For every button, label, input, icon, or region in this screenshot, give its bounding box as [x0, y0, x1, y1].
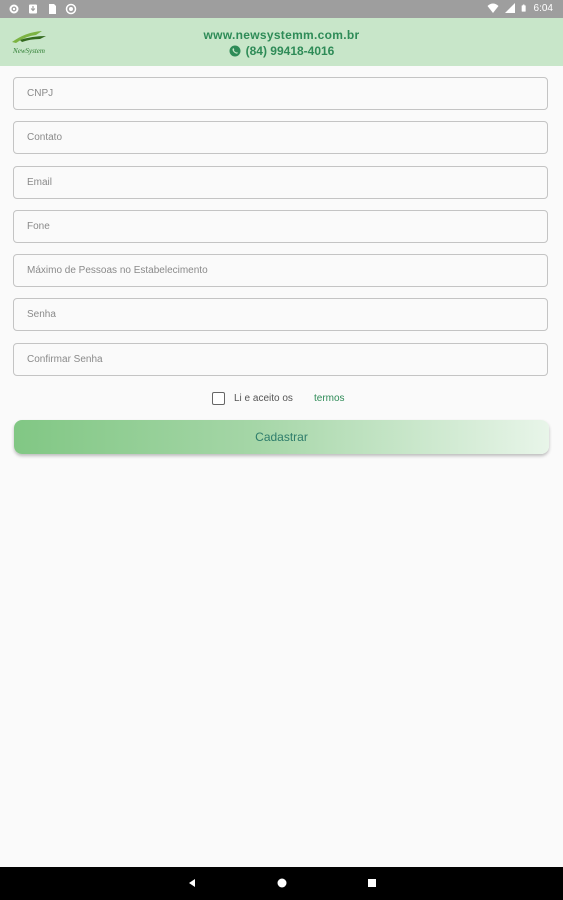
cnpj-field[interactable] — [13, 77, 548, 110]
wifi-icon — [487, 3, 499, 13]
confirmar-senha-field[interactable] — [13, 343, 548, 376]
back-icon[interactable] — [185, 876, 199, 890]
status-bar: 6:04 — [0, 0, 563, 18]
max-pessoas-field[interactable] — [13, 254, 548, 287]
terms-label: Li e aceito os — [234, 393, 293, 404]
fone-field[interactable] — [13, 210, 548, 243]
terms-link[interactable]: termos — [314, 393, 345, 404]
nav-bar — [0, 867, 563, 900]
signal-icon — [504, 3, 515, 13]
senha-input[interactable] — [14, 299, 547, 330]
status-right-icons: 6:04 — [487, 2, 553, 14]
email-field[interactable] — [13, 166, 548, 199]
confirmar-senha-input[interactable] — [14, 344, 547, 375]
cnpj-input[interactable] — [14, 78, 547, 109]
app-header: NewSystem www.newsystemm.com.br (84) 994… — [0, 18, 563, 66]
sd-card-icon — [49, 4, 56, 14]
home-icon[interactable] — [275, 876, 289, 890]
fone-input[interactable] — [14, 211, 547, 242]
phone-line: (84) 99418-4016 — [0, 44, 563, 58]
battery-icon — [521, 4, 526, 12]
phone-number: (84) 99418-4016 — [245, 44, 335, 58]
email-input[interactable] — [14, 167, 547, 198]
status-time: 6:04 — [533, 2, 553, 14]
contato-field[interactable] — [13, 121, 548, 154]
gear-icon — [9, 4, 19, 14]
status-left-icons — [8, 3, 77, 15]
terms-row: Li e aceito os termos — [0, 390, 563, 408]
download-icon — [29, 4, 37, 14]
max-pessoas-input[interactable] — [14, 255, 547, 286]
recents-icon[interactable] — [365, 876, 379, 890]
circle-icon — [65, 3, 77, 15]
terms-checkbox[interactable] — [212, 392, 225, 405]
site-url: www.newsystemm.com.br — [203, 28, 360, 42]
whatsapp-icon — [229, 45, 241, 57]
contato-input[interactable] — [14, 122, 547, 153]
senha-field[interactable] — [13, 298, 548, 331]
cadastrar-button[interactable]: Cadastrar — [14, 420, 549, 454]
